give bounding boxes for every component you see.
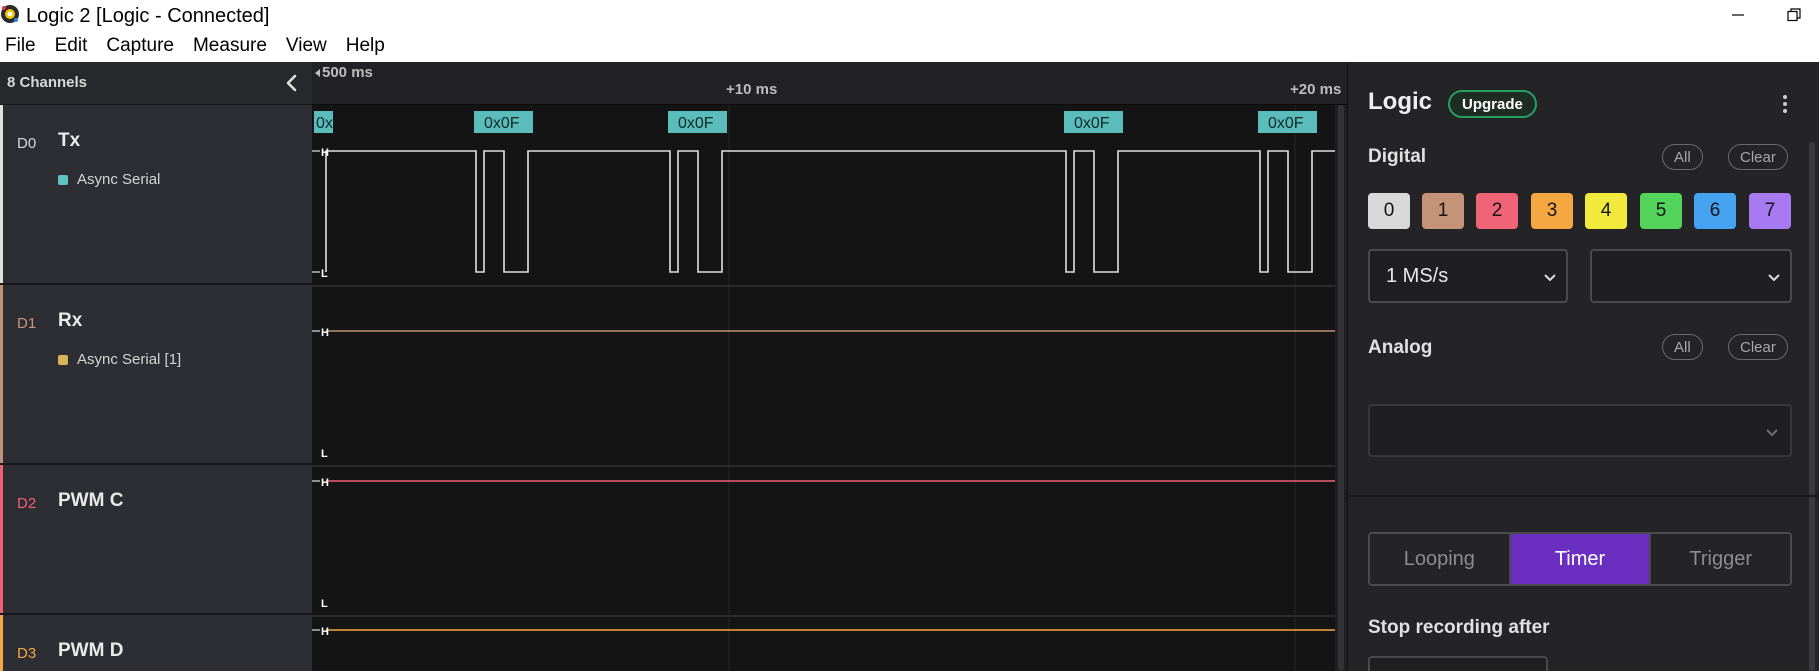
analog-all-button[interactable]: All	[1662, 334, 1703, 360]
capture-mode-segmented-control[interactable]: Looping Timer Trigger	[1368, 532, 1792, 586]
digital-channel-3-toggle[interactable]: 3	[1531, 193, 1573, 229]
channel-id: D2	[17, 495, 37, 512]
digital-channel-5-toggle[interactable]: 5	[1640, 193, 1682, 229]
chevron-left-icon[interactable]	[282, 72, 302, 94]
decoded-frame-label: 0x0F	[678, 115, 714, 132]
window-title: Logic 2 [Logic - Connected]	[26, 5, 270, 27]
analog-clear-button[interactable]: Clear	[1728, 334, 1788, 360]
decoded-frame-label: 0x0F	[484, 115, 520, 132]
digital-all-button[interactable]: All	[1662, 144, 1703, 170]
channel-id: D0	[17, 135, 37, 152]
channel-color-bar	[0, 285, 3, 463]
level-low-label: L	[321, 448, 328, 460]
chevron-down-icon	[1768, 274, 1780, 282]
panel-title: Logic	[1368, 88, 1432, 115]
menu-file[interactable]: File	[5, 35, 36, 57]
menu-edit[interactable]: Edit	[55, 35, 88, 57]
waveform-canvas[interactable]: 0x 0x0F 0x0F 0x0F 0x0F H L H L H L H	[312, 105, 1347, 671]
sample-rate-value: 1 MS/s	[1386, 265, 1449, 287]
analyzer-name: Async Serial	[77, 171, 161, 188]
channels-count: 8 Channels	[7, 74, 88, 91]
kebab-menu-icon[interactable]	[1776, 92, 1794, 116]
stop-recording-label: Stop recording after	[1368, 617, 1550, 638]
analyzer-color-dot	[58, 174, 68, 185]
menu-bar: File Edit Capture Measure View Help	[0, 30, 1819, 62]
level-high-label: H	[321, 626, 329, 638]
channel-id: D3	[17, 645, 37, 662]
menu-measure[interactable]: Measure	[193, 35, 267, 57]
ruler-tick-label: +20 ms	[1290, 81, 1342, 98]
chevron-down-icon	[1766, 429, 1778, 437]
waveform-tx	[325, 150, 1335, 273]
menu-help[interactable]: Help	[346, 35, 385, 57]
digital-channel-6-toggle[interactable]: 6	[1694, 193, 1736, 229]
digital-channel-0-toggle[interactable]: 0	[1368, 193, 1410, 229]
minimize-button[interactable]	[1715, 0, 1761, 30]
time-ruler[interactable]: 500 ms +10 ms +20 ms	[312, 62, 1347, 105]
decoded-frame-label: 0x0F	[1074, 115, 1110, 132]
channel-row-d1[interactable]: D1 Rx Async Serial [1]	[0, 285, 312, 465]
minimize-icon	[1732, 14, 1744, 16]
saleae-logo-icon	[1, 5, 19, 23]
panel-scrollbar[interactable]	[1809, 142, 1815, 671]
channel-color-bar	[0, 615, 3, 671]
analyzer-color-dot	[58, 354, 68, 365]
decoded-frame-label: 0x	[316, 115, 333, 132]
chevron-down-icon	[1544, 274, 1556, 282]
level-low-label: L	[321, 598, 328, 610]
decoded-frames[interactable]: 0x 0x0F 0x0F 0x0F 0x0F	[314, 111, 1317, 133]
ruler-start-label: 500 ms	[322, 64, 373, 81]
digital-clear-button[interactable]: Clear	[1728, 144, 1788, 170]
analyzer-tag[interactable]: Async Serial [1]	[58, 351, 181, 368]
level-high-label: H	[321, 327, 329, 339]
digital-channel-7-toggle[interactable]: 7	[1749, 193, 1791, 229]
analyzer-name: Async Serial [1]	[77, 351, 182, 368]
digital-channel-2-toggle[interactable]: 2	[1476, 193, 1518, 229]
title-bar: Logic 2 [Logic - Connected]	[0, 0, 1819, 30]
analog-sample-rate-select[interactable]	[1368, 404, 1792, 457]
channel-color-bar	[0, 105, 3, 283]
channel-row-d3[interactable]: D3 PWM D	[0, 615, 312, 671]
mode-timer-tab[interactable]: Timer	[1508, 534, 1650, 584]
level-high-label: H	[321, 477, 329, 489]
ruler-tick-label: +10 ms	[726, 81, 778, 98]
decoded-frame-label: 0x0F	[1268, 115, 1304, 132]
channel-id: D1	[17, 315, 37, 332]
channel-name[interactable]: Tx	[58, 130, 80, 152]
digital-section-title: Digital	[1368, 146, 1427, 167]
channel-color-bar	[0, 465, 3, 613]
level-high-label: H	[321, 147, 329, 159]
channel-row-d0[interactable]: D0 Tx Async Serial	[0, 105, 312, 285]
channel-name[interactable]: PWM C	[58, 490, 123, 512]
level-low-label: L	[321, 268, 328, 280]
mode-looping-tab[interactable]: Looping	[1370, 534, 1509, 584]
upgrade-button[interactable]: Upgrade	[1448, 90, 1537, 118]
section-divider	[1348, 495, 1819, 497]
analog-section-title: Analog	[1368, 337, 1433, 358]
analyzer-tag[interactable]: Async Serial	[58, 171, 160, 188]
channel-name[interactable]: PWM D	[58, 640, 123, 662]
digital-channel-4-toggle[interactable]: 4	[1585, 193, 1627, 229]
channel-row-d2[interactable]: D2 PWM C	[0, 465, 312, 615]
digital-sample-rate-select[interactable]: 1 MS/s	[1368, 249, 1568, 303]
stop-recording-duration-input[interactable]	[1368, 656, 1548, 671]
channels-sidebar: 8 Channels D0 Tx Async Serial D1 Rx Asyn…	[0, 62, 312, 671]
menu-view[interactable]: View	[286, 35, 327, 57]
restore-button[interactable]	[1771, 0, 1817, 30]
digital-channel-1-toggle[interactable]: 1	[1422, 193, 1464, 229]
menu-capture[interactable]: Capture	[106, 35, 174, 57]
mode-trigger-tab[interactable]: Trigger	[1649, 534, 1790, 584]
device-settings-panel: Logic Upgrade Digital All Clear 0 1 2 3 …	[1347, 62, 1819, 671]
channels-header: 8 Channels	[0, 62, 312, 105]
channel-name[interactable]: Rx	[58, 310, 82, 332]
voltage-threshold-select[interactable]	[1590, 249, 1792, 303]
waveform-timeline[interactable]: 500 ms +10 ms +20 ms 0x 0x0F 0x0F 0x0F 0…	[312, 62, 1347, 671]
restore-window-icon	[1787, 8, 1801, 22]
